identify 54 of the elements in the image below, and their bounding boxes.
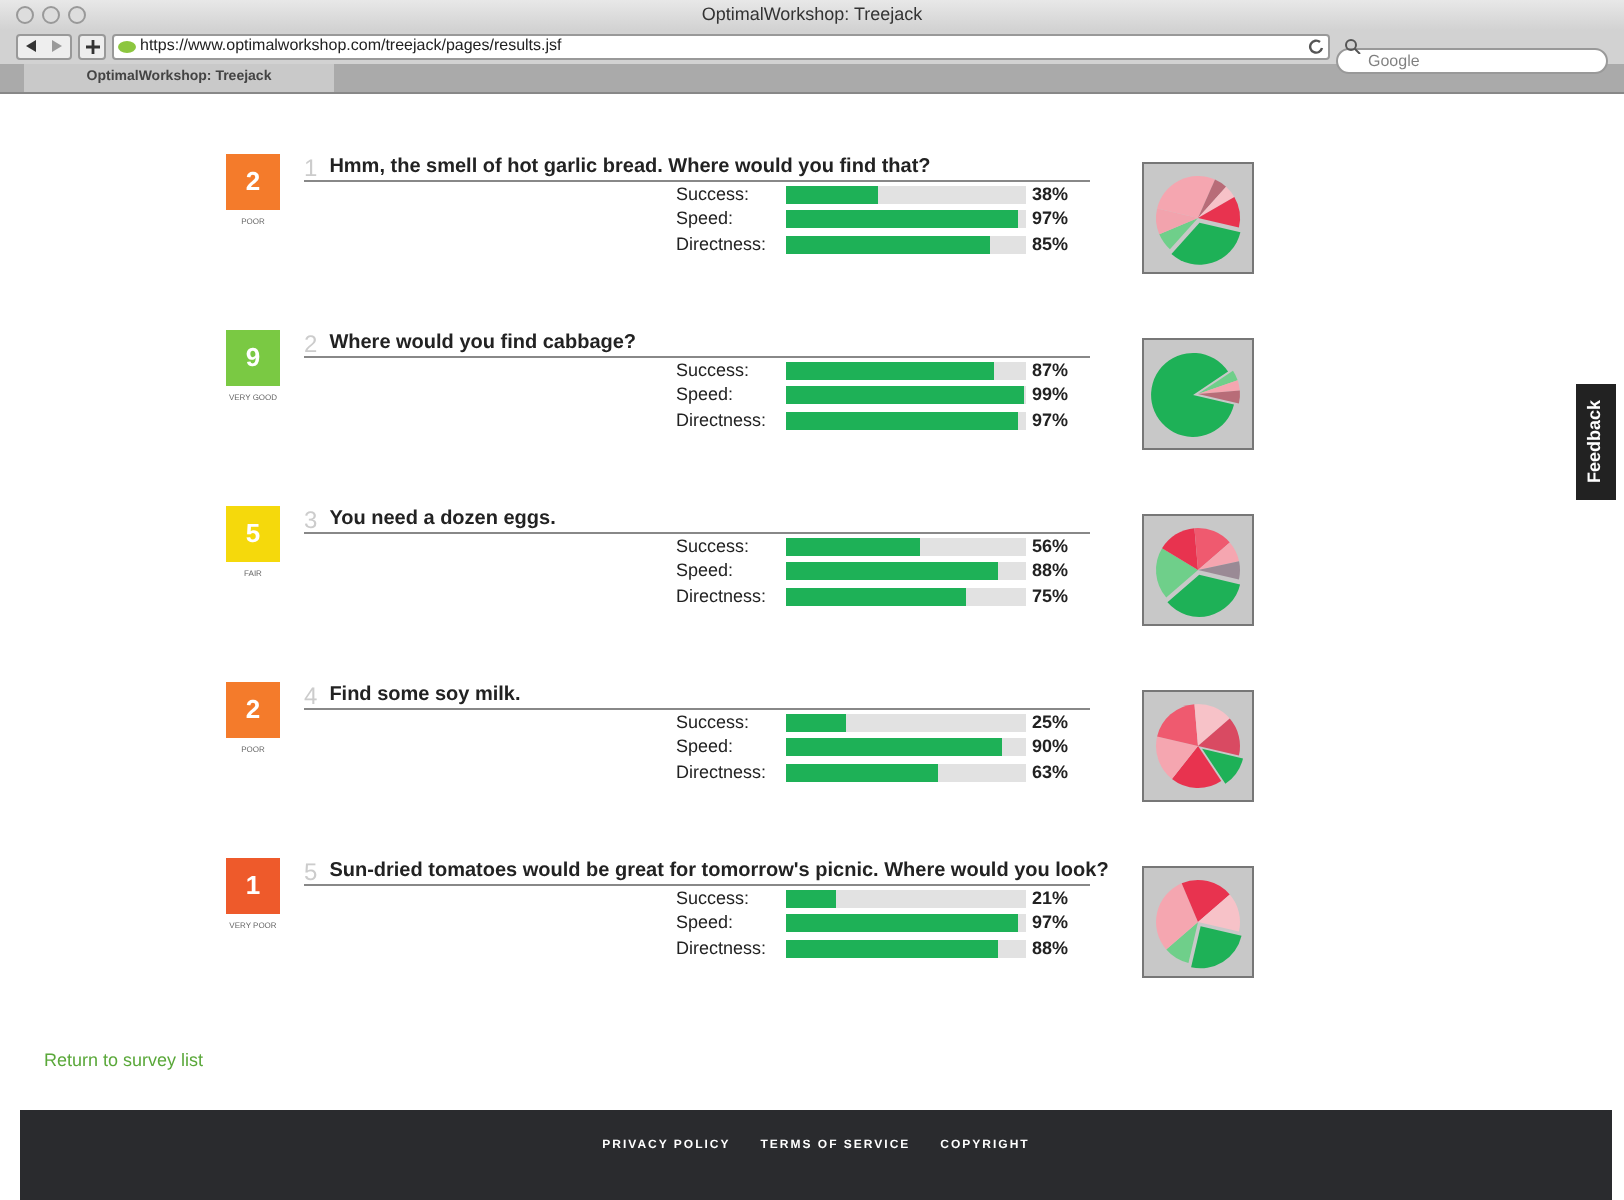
metric-label: Success: [676, 361, 752, 380]
search-icon [1344, 38, 1362, 55]
question-text: Sun-dried tomatoes would be great for tomorrow's picnic. Where would you look? [329, 861, 1109, 884]
metric-label: Directness: [676, 939, 769, 958]
metric-label: Directness: [676, 411, 769, 430]
forward-icon [52, 40, 62, 53]
back-icon [26, 40, 36, 53]
metric-label: Directness: [676, 763, 769, 782]
metric-value: 90% [1032, 738, 1069, 757]
metric-value: 97% [1032, 210, 1069, 229]
score-badge: 2 [226, 153, 280, 210]
metric-value: 88% [1032, 562, 1069, 581]
score-badge: 9 [226, 329, 280, 386]
metric-label: Speed: [676, 562, 736, 581]
metric-value: 87% [1032, 361, 1069, 380]
address-field[interactable]: https://www.optimalworkshop.com/treejack/pages/results.jsf [112, 33, 1330, 60]
metric-value: 97% [1032, 914, 1069, 933]
metric-label: Speed: [676, 210, 736, 229]
score-badge: 1 [226, 857, 280, 914]
metric-label: Speed: [676, 738, 736, 757]
plus-icon [85, 39, 99, 54]
metric-label: Speed: [676, 386, 736, 405]
score-badge: 5 [226, 505, 280, 562]
reload-icon[interactable] [1308, 38, 1324, 55]
metric-label: Success: [676, 889, 752, 908]
metric-value: 21% [1032, 889, 1069, 908]
score-badge: 2 [226, 681, 280, 738]
site-icon [118, 39, 136, 54]
metric-label: Success: [676, 185, 752, 204]
question-text: You need a dozen eggs. [329, 509, 556, 532]
metric-value: 88% [1032, 939, 1069, 958]
metric-value: 99% [1032, 386, 1069, 405]
add-bookmark-button[interactable] [78, 33, 106, 60]
question-text: Hmm, the smell of hot garlic bread. Where would you find that? [329, 157, 931, 180]
search-field[interactable]: Google [1336, 47, 1608, 74]
window-title: OptimalWorkshop: Treejack [701, 1, 923, 28]
metric-value: 25% [1032, 713, 1069, 732]
metric-value: 85% [1032, 235, 1069, 254]
metric-value: 63% [1032, 763, 1069, 782]
metric-label: Directness: [676, 235, 769, 254]
question-text: Find some soy milk. [329, 685, 521, 708]
back-forward-button[interactable] [16, 33, 72, 60]
metric-value: 75% [1032, 587, 1069, 606]
question-text: Where would you find cabbage? [329, 333, 637, 356]
metric-value: 97% [1032, 411, 1069, 430]
feedback-tab[interactable]: Feedback [1576, 384, 1616, 500]
metric-value: 56% [1032, 537, 1069, 556]
feedback-label: Feedback [1582, 400, 1607, 484]
metric-label: Success: [676, 537, 752, 556]
metric-label: Speed: [676, 914, 736, 933]
url-text: https://www.optimalworkshop.com/treejack/pages/results.jsf [140, 38, 564, 55]
metric-label: Directness: [676, 587, 769, 606]
metric-label: Success: [676, 713, 752, 732]
metric-value: 38% [1032, 185, 1069, 204]
